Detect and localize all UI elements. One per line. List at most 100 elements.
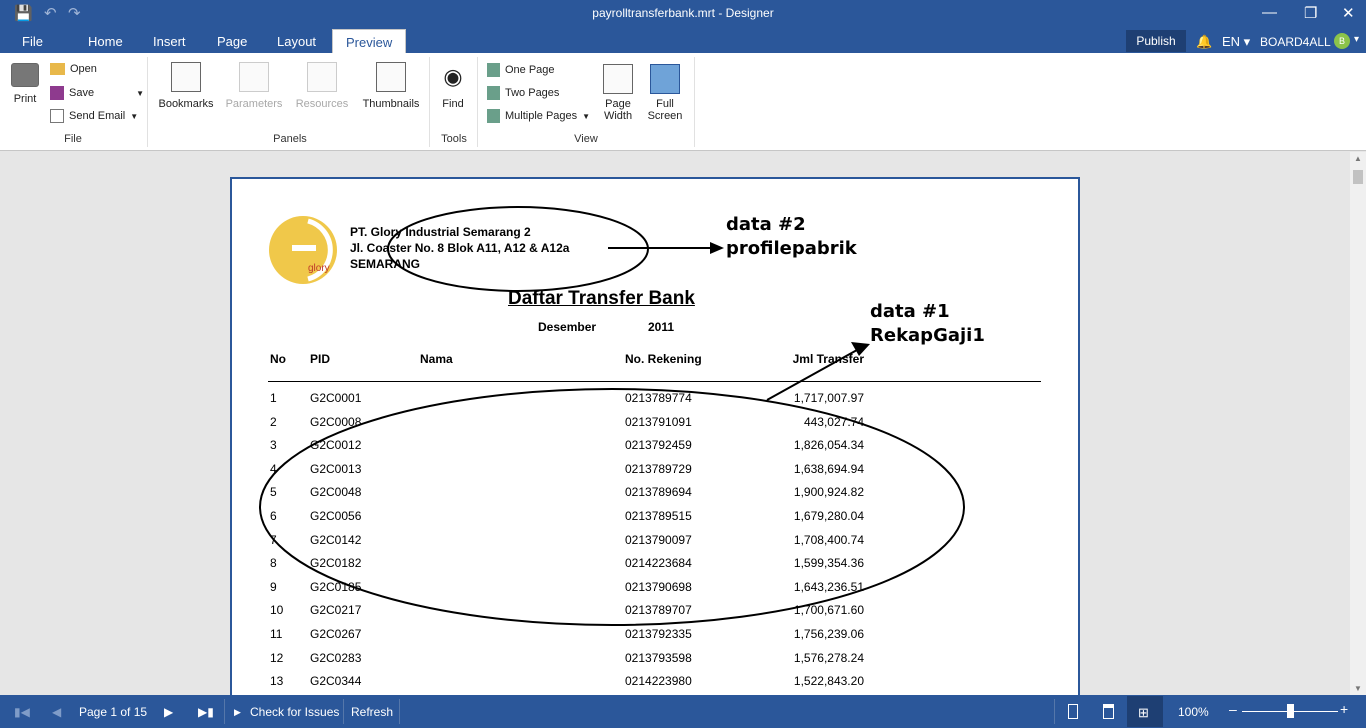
language-select[interactable]: EN ▾	[1222, 34, 1250, 50]
chevron-down-icon[interactable]: ▾	[1354, 34, 1359, 45]
minimize-icon[interactable]: —	[1262, 4, 1277, 21]
parameters-button[interactable]: Parameters	[224, 62, 284, 110]
multiple-pages-button[interactable]: Multiple Pages ▼	[487, 109, 590, 123]
annotation-label-2-source: profilepabrik	[726, 238, 857, 259]
ribbon-tabs: File Home Insert Page Layout Preview Pub…	[0, 28, 1366, 53]
page-width-button[interactable]: Page Width	[598, 64, 638, 122]
tab-preview[interactable]: Preview	[332, 29, 407, 53]
find-button[interactable]: ◉ Find	[437, 62, 469, 110]
divider	[147, 57, 148, 147]
annotation-label-1-source: RekapGaji1	[870, 325, 985, 346]
scroll-up-icon[interactable]: ▲	[1354, 154, 1362, 163]
report-page: glory PT. Glory Industrial Semarang 2 Jl…	[230, 177, 1080, 695]
two-pages-label: Two Pages	[505, 87, 560, 99]
full-screen-label: Full	[656, 98, 674, 110]
close-icon[interactable]: ✕	[1342, 4, 1355, 22]
bookmarks-button[interactable]: Bookmarks	[156, 62, 216, 110]
first-page-icon[interactable]: ▮◀	[14, 705, 30, 719]
divider	[429, 57, 430, 147]
page-indicator[interactable]: Page 1 of 15	[79, 705, 147, 719]
dropdown-icon[interactable]: ▼	[136, 89, 144, 98]
tab-insert[interactable]: Insert	[153, 34, 186, 49]
status-bar: ▮◀ ◀ Page 1 of 15 ▶ ▶▮ ▶ Check for Issue…	[0, 695, 1366, 728]
printer-icon	[11, 63, 39, 87]
print-button[interactable]: Print	[8, 63, 42, 105]
tab-home[interactable]: Home	[88, 34, 123, 49]
zoom-level: 100%	[1178, 705, 1209, 719]
two-pages-button[interactable]: Two Pages	[487, 86, 559, 100]
page-width-icon	[603, 64, 633, 94]
annotation-arrow-rekap	[766, 349, 858, 401]
arrowhead-profile	[710, 242, 724, 254]
parameters-label: Parameters	[225, 98, 283, 110]
restore-icon[interactable]: ❐	[1304, 4, 1317, 22]
multiple-pages-label: Multiple Pages	[505, 110, 578, 122]
bookmarks-icon	[171, 62, 201, 92]
scrollbar-thumb[interactable]	[1353, 170, 1363, 184]
divider	[343, 699, 344, 724]
check-for-issues-button[interactable]: Check for Issues	[250, 705, 339, 719]
annotation-ellipse-rekap	[259, 388, 965, 626]
resources-button[interactable]: Resources	[292, 62, 352, 110]
multiple-pages-icon	[487, 109, 500, 123]
avatar[interactable]: B	[1334, 33, 1350, 49]
resources-icon	[307, 62, 337, 92]
refresh-button[interactable]: Refresh	[351, 705, 393, 719]
ribbon: Print Open Save ▼ Send Email ▼ File Bookma…	[0, 53, 1366, 151]
next-page-icon[interactable]: ▶	[164, 705, 173, 719]
language-label: EN	[1222, 34, 1241, 49]
bookmarks-label: Bookmarks	[158, 98, 214, 110]
zoom-out-icon[interactable]: –	[1229, 701, 1237, 717]
dropdown-icon[interactable]: ▼	[130, 112, 138, 121]
tab-file[interactable]: File	[22, 34, 43, 49]
continuous-view-icon[interactable]	[1103, 704, 1114, 719]
tab-page[interactable]: Page	[217, 34, 247, 49]
thumbnails-label: Thumbnails	[362, 98, 420, 110]
publish-button[interactable]: Publish	[1126, 30, 1186, 52]
prev-page-icon[interactable]: ◀	[52, 705, 61, 719]
bell-icon[interactable]: 🔔	[1196, 34, 1212, 50]
parameters-icon	[239, 62, 269, 92]
send-email-label: Send Email	[69, 110, 126, 122]
full-screen-icon	[650, 64, 680, 94]
resources-label: Resources	[295, 98, 349, 110]
annotation-label-1: data #1	[870, 301, 950, 322]
window-title: payrolltransferbank.mrt - Designer	[592, 6, 774, 20]
one-page-icon	[487, 63, 500, 77]
scroll-down-icon[interactable]: ▼	[1354, 684, 1362, 693]
print-label: Print	[13, 93, 37, 105]
email-icon	[50, 109, 64, 123]
one-page-button[interactable]: One Page	[487, 63, 555, 77]
dropdown-icon[interactable]: ▼	[582, 112, 590, 121]
save-button[interactable]: Save ▼	[50, 86, 144, 100]
title-bar: 💾 ↶ ↷ payrolltransferbank.mrt - Designer…	[0, 0, 1366, 28]
thumbnails-icon	[376, 62, 406, 92]
page-width-label-2: Width	[603, 110, 633, 122]
divider	[1054, 699, 1055, 724]
page-width-label: Page	[605, 98, 631, 110]
tab-layout[interactable]: Layout	[277, 34, 316, 49]
user-name: BOARD4ALL	[1260, 35, 1331, 49]
full-screen-button[interactable]: Full Screen	[645, 64, 685, 122]
open-button[interactable]: Open	[50, 63, 97, 75]
user-menu[interactable]: BOARD4ALL	[1260, 35, 1331, 49]
divider	[224, 699, 225, 724]
check-arrow-icon: ▶	[234, 707, 241, 717]
vertical-scrollbar[interactable]: ▲ ▼	[1350, 152, 1366, 695]
annotation-label-2: data #2	[726, 214, 806, 235]
folder-icon	[50, 63, 65, 75]
thumbnails-button[interactable]: Thumbnails	[361, 62, 421, 110]
multi-page-view-button[interactable]: ⊞	[1127, 696, 1163, 727]
full-screen-label-2: Screen	[647, 110, 683, 122]
zoom-slider-thumb[interactable]	[1287, 704, 1294, 718]
binoculars-icon: ◉	[443, 64, 463, 89]
group-label-tools: Tools	[441, 133, 467, 145]
single-page-view-icon[interactable]	[1068, 704, 1078, 719]
zoom-in-icon[interactable]: +	[1340, 701, 1348, 717]
save-label: Save	[69, 87, 95, 99]
divider	[694, 57, 695, 147]
send-email-button[interactable]: Send Email ▼	[50, 109, 138, 123]
group-label-file: File	[64, 133, 82, 145]
last-page-icon[interactable]: ▶▮	[198, 705, 214, 719]
divider	[477, 57, 478, 147]
